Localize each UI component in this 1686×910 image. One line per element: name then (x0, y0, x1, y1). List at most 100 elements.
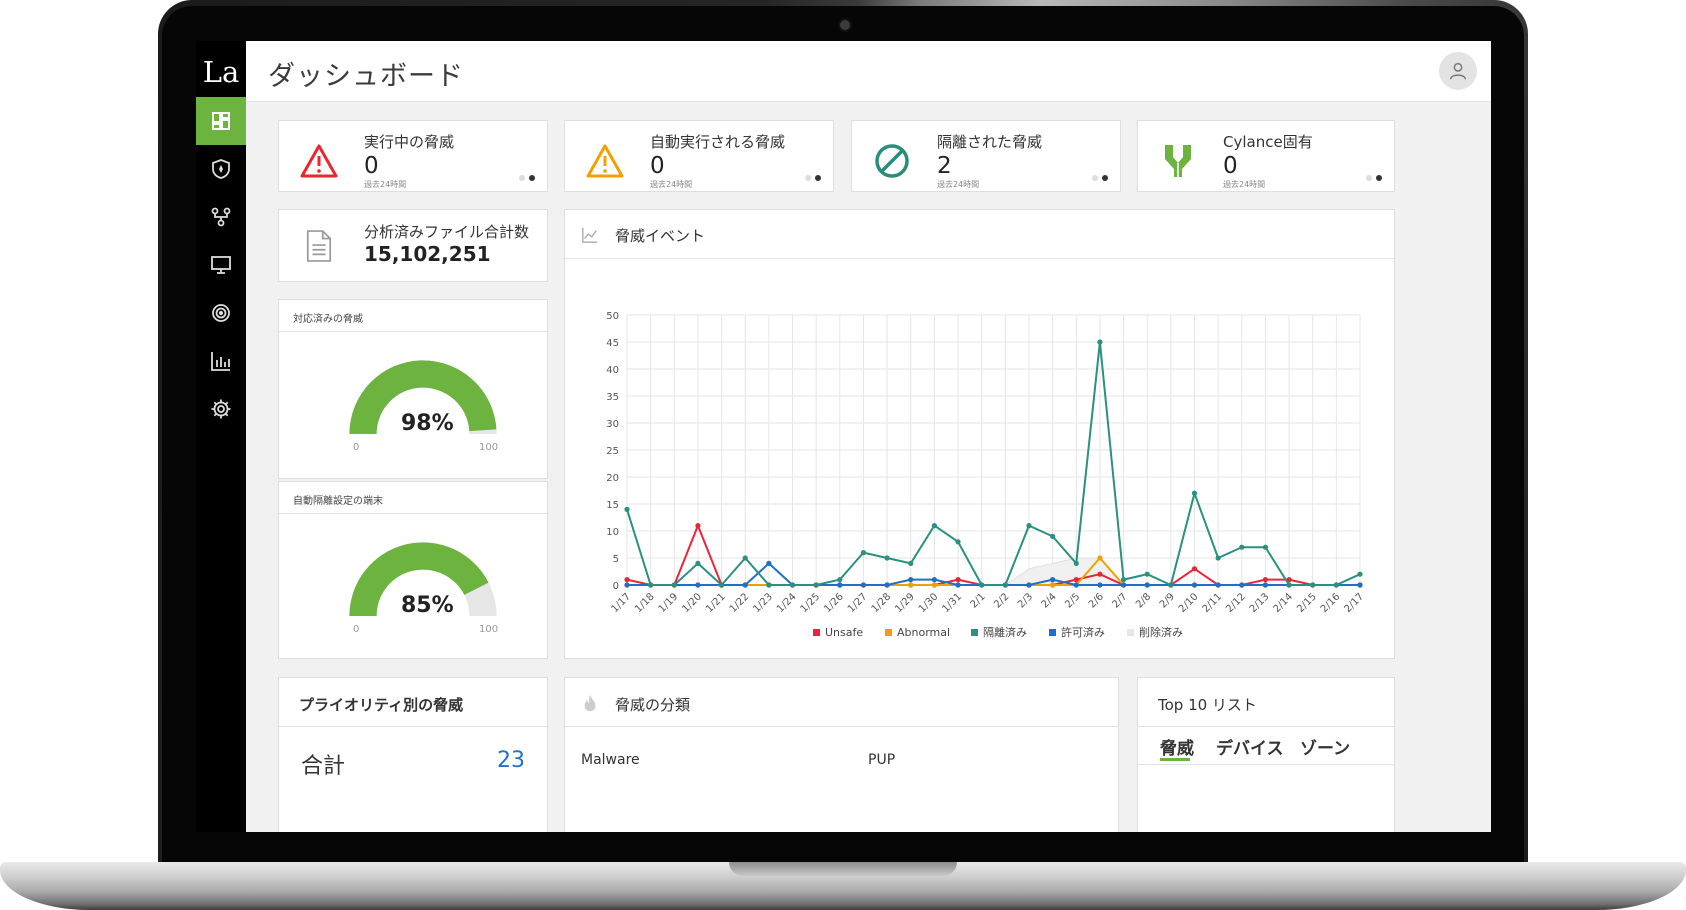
data-point[interactable] (1262, 582, 1269, 588)
data-point[interactable] (1191, 582, 1198, 588)
threat-events-line-chart[interactable]: 0 5 10 15 20 25 30 35 40 45 50 1/17 1/18 1/19 1/20 1/21… (565, 259, 1394, 659)
priority-total-value[interactable]: 23 (497, 748, 525, 773)
carousel-dots[interactable] (1366, 175, 1382, 181)
data-point[interactable] (1050, 533, 1056, 539)
stat-subtitle: 過去24時間 (937, 180, 980, 189)
stat-value: 0 (1223, 153, 1238, 179)
sidebar-item-settings[interactable] (196, 385, 246, 433)
data-point[interactable] (1073, 582, 1079, 588)
data-point[interactable] (931, 523, 937, 529)
legend-label[interactable]: 隔離済み (983, 625, 1027, 639)
data-point[interactable] (789, 582, 796, 588)
data-point[interactable] (908, 582, 914, 588)
data-point[interactable] (1333, 582, 1339, 588)
data-point[interactable] (1215, 582, 1221, 588)
data-point[interactable] (860, 550, 867, 556)
avatar[interactable] (1439, 52, 1477, 90)
data-point[interactable] (624, 582, 630, 588)
gear-icon (211, 399, 231, 419)
data-point[interactable] (624, 506, 630, 512)
data-point[interactable] (1120, 582, 1127, 588)
top10-title: Top 10 リスト (1158, 696, 1257, 714)
classification-pup[interactable]: PUP (868, 752, 895, 768)
series-area-deleted (627, 557, 1360, 586)
stat-card-running-threats[interactable]: 実行中の脅威 0 過去24時間 (278, 120, 548, 192)
legend-label[interactable]: 削除済み (1139, 625, 1183, 639)
data-point[interactable] (1120, 577, 1127, 583)
stat-card-quarantined-threats[interactable]: 隔離された脅威 2 過去24時間 (851, 120, 1121, 192)
sidebar-item-protection[interactable] (196, 145, 246, 193)
data-point[interactable] (908, 577, 914, 583)
data-point[interactable] (1097, 582, 1103, 588)
data-point[interactable] (955, 582, 961, 588)
sidebar-item-reports[interactable] (196, 337, 246, 385)
data-point[interactable] (1286, 582, 1292, 588)
legend-label[interactable]: Abnormal (897, 626, 950, 639)
tab-zones[interactable]: ゾーン (1300, 734, 1350, 759)
data-point[interactable] (955, 577, 961, 583)
data-point[interactable] (1050, 577, 1056, 583)
data-point[interactable] (884, 555, 890, 561)
data-point[interactable] (766, 582, 772, 588)
carousel-dots[interactable] (805, 175, 821, 181)
data-point[interactable] (695, 560, 701, 566)
data-point[interactable] (742, 582, 748, 588)
data-point[interactable] (1097, 339, 1103, 345)
data-point[interactable] (742, 555, 748, 561)
data-point[interactable] (931, 577, 937, 583)
data-point[interactable] (884, 582, 890, 588)
data-point[interactable] (1097, 571, 1103, 577)
carousel-dots[interactable] (1092, 175, 1108, 181)
data-point[interactable] (1144, 571, 1150, 577)
data-point[interactable] (1262, 577, 1269, 583)
data-point[interactable] (1357, 571, 1363, 577)
data-point[interactable] (1026, 523, 1032, 529)
data-point[interactable] (1144, 582, 1150, 588)
data-point[interactable] (1168, 582, 1174, 588)
stat-subtitle: 過去24時間 (364, 180, 407, 189)
data-point[interactable] (695, 582, 701, 588)
stat-card-auto-run-threats[interactable]: 自動実行される脅威 0 過去24時間 (564, 120, 834, 192)
data-point[interactable] (837, 577, 843, 583)
data-point[interactable] (648, 582, 654, 588)
data-point[interactable] (837, 582, 843, 588)
legend-swatch (971, 629, 978, 636)
data-point[interactable] (1073, 560, 1079, 566)
data-point[interactable] (1191, 566, 1198, 572)
data-point[interactable] (1310, 582, 1316, 588)
tab-devices[interactable]: デバイス (1216, 734, 1284, 759)
data-point[interactable] (718, 582, 725, 588)
data-point[interactable] (1262, 544, 1269, 550)
tab-threats[interactable]: 脅威 (1160, 734, 1194, 759)
stat-card-cylance-unique[interactable]: Cylance固有 0 過去24時間 (1137, 120, 1395, 192)
data-point[interactable] (979, 582, 985, 588)
sidebar-item-devices[interactable] (196, 241, 246, 289)
data-point[interactable] (695, 523, 701, 529)
data-point[interactable] (1002, 582, 1008, 588)
legend-swatch (1049, 629, 1056, 636)
data-point[interactable] (908, 560, 914, 566)
data-point[interactable] (860, 582, 867, 588)
data-point[interactable] (766, 560, 772, 566)
data-point[interactable] (1239, 544, 1245, 550)
sidebar-item-policy[interactable] (196, 193, 246, 241)
data-point[interactable] (624, 577, 630, 583)
data-point[interactable] (1191, 490, 1198, 496)
sidebar-item-detection[interactable] (196, 289, 246, 337)
data-point[interactable] (1357, 582, 1363, 588)
data-point[interactable] (955, 539, 961, 545)
data-point[interactable] (1215, 555, 1221, 561)
sidebar-item-dashboard[interactable] (196, 97, 246, 145)
legend-label[interactable]: Unsafe (825, 626, 863, 639)
data-point[interactable] (671, 582, 677, 588)
app-logo[interactable]: La (196, 55, 246, 89)
data-point[interactable] (1050, 582, 1056, 588)
data-point[interactable] (1097, 555, 1103, 561)
legend-label[interactable]: 許可済み (1061, 625, 1105, 639)
data-point[interactable] (813, 582, 819, 588)
data-point[interactable] (931, 582, 937, 588)
data-point[interactable] (1026, 582, 1032, 588)
carousel-dots[interactable] (519, 175, 535, 181)
classification-malware[interactable]: Malware (581, 752, 640, 768)
data-point[interactable] (1239, 582, 1245, 588)
